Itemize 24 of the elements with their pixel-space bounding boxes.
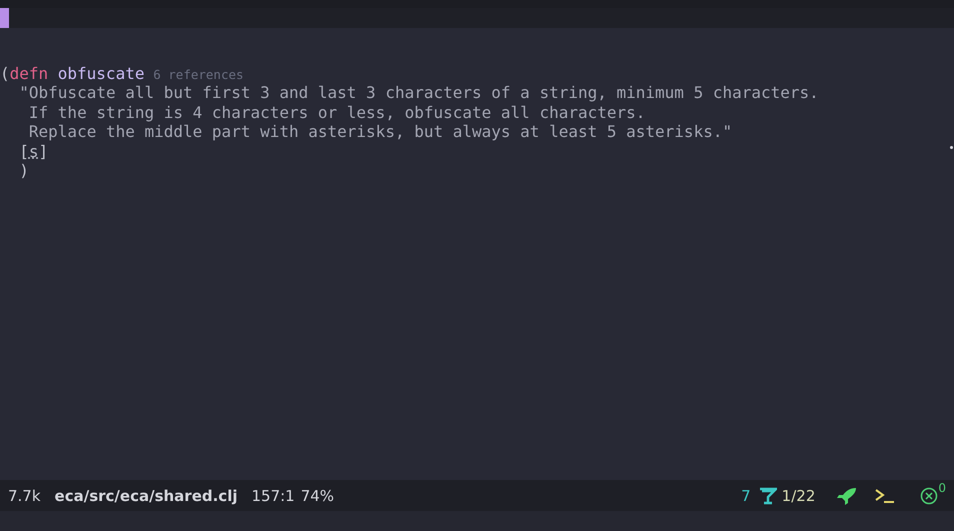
docstring-line: "Obfuscate all but first 3 and last 3 characters of a string, minimum 5 characters. xyxy=(18,83,819,102)
keyword-text: defn xyxy=(10,64,48,83)
terminal-prompt-icon[interactable] xyxy=(875,488,894,504)
match-count: 7 xyxy=(741,486,751,504)
docstring-line: If the string is 4 characters or less, obfuscate all characters. xyxy=(28,102,646,122)
buffer-size: 7.7k xyxy=(8,486,41,504)
fringe-marker xyxy=(950,146,953,149)
reference-hint: 6 references xyxy=(153,67,244,82)
rocket-icon[interactable] xyxy=(837,486,858,504)
paren-text: ) xyxy=(18,160,29,180)
paren-text: ] xyxy=(38,142,48,161)
cocktail-glass-icon xyxy=(758,486,777,504)
parameter-name: s xyxy=(28,142,39,161)
cursor-position: 157:1 xyxy=(251,486,295,504)
file-path: eca/src/eca/shared.clj xyxy=(54,486,238,504)
function-name: obfuscate xyxy=(58,64,144,83)
cursor xyxy=(0,8,9,28)
paren-text: ( xyxy=(0,64,10,83)
error-icon xyxy=(920,486,938,504)
search-index: 1/22 xyxy=(782,486,816,504)
scroll-percent: 74% xyxy=(300,486,334,504)
docstring-line: Replace the middle part with asterisks, but always at least 5 asterisks." xyxy=(28,122,732,142)
paren-text: [ xyxy=(18,142,29,161)
error-count: 0 xyxy=(938,480,946,494)
